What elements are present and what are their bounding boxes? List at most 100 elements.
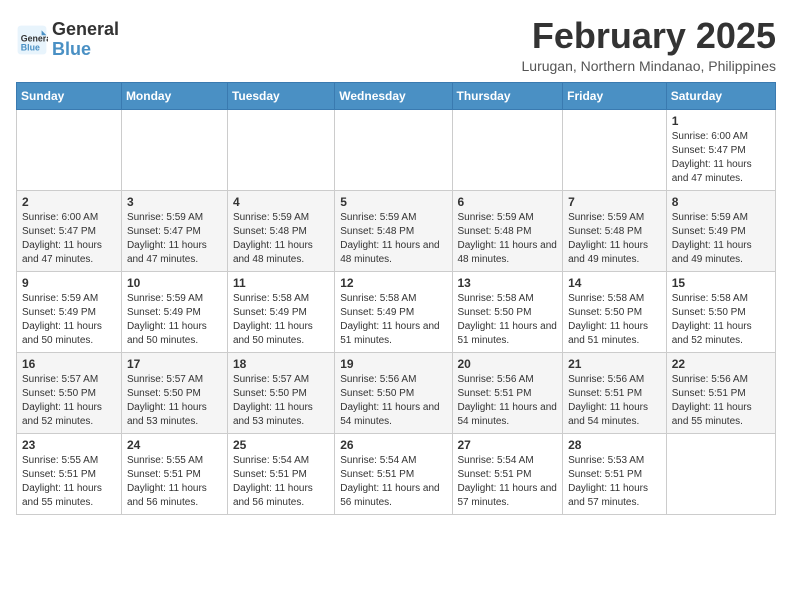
day-cell xyxy=(335,109,452,190)
weekday-header-thursday: Thursday xyxy=(452,82,563,109)
day-number: 25 xyxy=(233,438,329,452)
day-number: 4 xyxy=(233,195,329,209)
day-cell: 20 Sunrise: 5:56 AM Sunset: 5:51 PM Dayli… xyxy=(452,352,563,433)
day-cell xyxy=(17,109,122,190)
day-number: 24 xyxy=(127,438,222,452)
day-number: 10 xyxy=(127,276,222,290)
week-row-5: 23 Sunrise: 5:55 AM Sunset: 5:51 PM Dayli… xyxy=(17,433,776,514)
day-cell: 2 Sunrise: 6:00 AM Sunset: 5:47 PM Daylig… xyxy=(17,190,122,271)
day-cell: 24Sunrise: 5:55 AM Sunset: 5:51 PM Dayli… xyxy=(121,433,227,514)
day-number: 22 xyxy=(672,357,770,371)
day-number: 1 xyxy=(672,114,770,128)
day-cell: 4 Sunrise: 5:59 AM Sunset: 5:48 PM Daylig… xyxy=(227,190,334,271)
day-info: Sunrise: 5:56 AM Sunset: 5:51 PM Dayligh… xyxy=(458,373,558,429)
day-number: 9 xyxy=(22,276,116,290)
day-number: 28 xyxy=(568,438,661,452)
week-row-2: 2 Sunrise: 6:00 AM Sunset: 5:47 PM Daylig… xyxy=(17,190,776,271)
day-number: 5 xyxy=(340,195,446,209)
weekday-header-saturday: Saturday xyxy=(666,82,775,109)
day-info: Sunrise: 6:00 AM Sunset: 5:47 PM Dayligh… xyxy=(672,130,770,186)
day-info: Sunrise: 5:57 AM Sunset: 5:50 PM Dayligh… xyxy=(22,373,116,429)
day-cell: 3Sunrise: 5:59 AM Sunset: 5:47 PM Daylig… xyxy=(121,190,227,271)
day-info: Sunrise: 5:54 AM Sunset: 5:51 PM Dayligh… xyxy=(340,454,446,510)
day-number: 7 xyxy=(568,195,661,209)
day-info: Sunrise: 5:58 AM Sunset: 5:50 PM Dayligh… xyxy=(672,292,770,348)
day-cell xyxy=(121,109,227,190)
month-title: February 2025 xyxy=(522,16,777,56)
day-cell: 6Sunrise: 5:59 AM Sunset: 5:48 PM Daylig… xyxy=(452,190,563,271)
day-number: 26 xyxy=(340,438,446,452)
day-info: Sunrise: 5:59 AM Sunset: 5:49 PM Dayligh… xyxy=(22,292,116,348)
day-info: Sunrise: 5:57 AM Sunset: 5:50 PM Dayligh… xyxy=(127,373,222,429)
title-block: February 2025 Lurugan, Northern Mindanao… xyxy=(522,16,777,74)
day-number: 6 xyxy=(458,195,558,209)
day-info: Sunrise: 5:58 AM Sunset: 5:49 PM Dayligh… xyxy=(340,292,446,348)
day-cell: 15 Sunrise: 5:58 AM Sunset: 5:50 PM Dayli… xyxy=(666,271,775,352)
day-info: Sunrise: 5:56 AM Sunset: 5:51 PM Dayligh… xyxy=(672,373,770,429)
weekday-header-monday: Monday xyxy=(121,82,227,109)
day-cell: 13Sunrise: 5:58 AM Sunset: 5:50 PM Dayli… xyxy=(452,271,563,352)
day-info: Sunrise: 5:59 AM Sunset: 5:49 PM Dayligh… xyxy=(127,292,222,348)
day-info: Sunrise: 5:53 AM Sunset: 5:51 PM Dayligh… xyxy=(568,454,661,510)
day-info: Sunrise: 5:54 AM Sunset: 5:51 PM Dayligh… xyxy=(233,454,329,510)
day-info: Sunrise: 5:59 AM Sunset: 5:49 PM Dayligh… xyxy=(672,211,770,267)
day-info: Sunrise: 5:58 AM Sunset: 5:50 PM Dayligh… xyxy=(568,292,661,348)
day-number: 17 xyxy=(127,357,222,371)
day-cell: 14 Sunrise: 5:58 AM Sunset: 5:50 PM Dayli… xyxy=(563,271,667,352)
day-info: Sunrise: 5:55 AM Sunset: 5:51 PM Dayligh… xyxy=(22,454,116,510)
day-cell: 18 Sunrise: 5:57 AM Sunset: 5:50 PM Dayli… xyxy=(227,352,334,433)
day-info: Sunrise: 5:58 AM Sunset: 5:49 PM Dayligh… xyxy=(233,292,329,348)
day-cell: 21Sunrise: 5:56 AM Sunset: 5:51 PM Dayli… xyxy=(563,352,667,433)
week-row-3: 9 Sunrise: 5:59 AM Sunset: 5:49 PM Daylig… xyxy=(17,271,776,352)
day-info: Sunrise: 5:59 AM Sunset: 5:48 PM Dayligh… xyxy=(568,211,661,267)
day-number: 11 xyxy=(233,276,329,290)
day-number: 12 xyxy=(340,276,446,290)
day-number: 2 xyxy=(22,195,116,209)
weekday-header-tuesday: Tuesday xyxy=(227,82,334,109)
week-row-1: 1 Sunrise: 6:00 AM Sunset: 5:47 PM Daylig… xyxy=(17,109,776,190)
day-number: 14 xyxy=(568,276,661,290)
day-cell: 11 Sunrise: 5:58 AM Sunset: 5:49 PM Dayli… xyxy=(227,271,334,352)
day-number: 16 xyxy=(22,357,116,371)
weekday-header-wednesday: Wednesday xyxy=(335,82,452,109)
day-info: Sunrise: 5:59 AM Sunset: 5:48 PM Dayligh… xyxy=(233,211,329,267)
day-cell xyxy=(452,109,563,190)
day-cell xyxy=(666,433,775,514)
weekday-header-row: SundayMondayTuesdayWednesdayThursdayFrid… xyxy=(17,82,776,109)
day-cell: 17 Sunrise: 5:57 AM Sunset: 5:50 PM Dayli… xyxy=(121,352,227,433)
day-cell xyxy=(227,109,334,190)
day-number: 8 xyxy=(672,195,770,209)
page-header: General Blue GeneralBlue February 2025 L… xyxy=(16,16,776,74)
logo: General Blue GeneralBlue xyxy=(16,20,119,60)
day-cell: 8 Sunrise: 5:59 AM Sunset: 5:49 PM Daylig… xyxy=(666,190,775,271)
day-number: 18 xyxy=(233,357,329,371)
calendar-table: SundayMondayTuesdayWednesdayThursdayFrid… xyxy=(16,82,776,515)
day-cell: 12 Sunrise: 5:58 AM Sunset: 5:49 PM Dayli… xyxy=(335,271,452,352)
day-number: 20 xyxy=(458,357,558,371)
weekday-header-friday: Friday xyxy=(563,82,667,109)
day-cell: 27Sunrise: 5:54 AM Sunset: 5:51 PM Dayli… xyxy=(452,433,563,514)
day-cell xyxy=(563,109,667,190)
day-info: Sunrise: 5:56 AM Sunset: 5:50 PM Dayligh… xyxy=(340,373,446,429)
svg-text:Blue: Blue xyxy=(21,42,40,52)
week-row-4: 16 Sunrise: 5:57 AM Sunset: 5:50 PM Dayli… xyxy=(17,352,776,433)
day-info: Sunrise: 5:59 AM Sunset: 5:48 PM Dayligh… xyxy=(340,211,446,267)
logo-icon: General Blue xyxy=(16,24,48,56)
day-info: Sunrise: 5:56 AM Sunset: 5:51 PM Dayligh… xyxy=(568,373,661,429)
day-cell: 16 Sunrise: 5:57 AM Sunset: 5:50 PM Dayli… xyxy=(17,352,122,433)
day-number: 23 xyxy=(22,438,116,452)
day-cell: 22 Sunrise: 5:56 AM Sunset: 5:51 PM Dayli… xyxy=(666,352,775,433)
day-cell: 9 Sunrise: 5:59 AM Sunset: 5:49 PM Daylig… xyxy=(17,271,122,352)
day-info: Sunrise: 5:54 AM Sunset: 5:51 PM Dayligh… xyxy=(458,454,558,510)
location-subtitle: Lurugan, Northern Mindanao, Philippines xyxy=(522,58,777,74)
day-info: Sunrise: 6:00 AM Sunset: 5:47 PM Dayligh… xyxy=(22,211,116,267)
day-info: Sunrise: 5:57 AM Sunset: 5:50 PM Dayligh… xyxy=(233,373,329,429)
day-cell: 26 Sunrise: 5:54 AM Sunset: 5:51 PM Dayli… xyxy=(335,433,452,514)
day-cell: 25 Sunrise: 5:54 AM Sunset: 5:51 PM Dayli… xyxy=(227,433,334,514)
day-cell: 1 Sunrise: 6:00 AM Sunset: 5:47 PM Daylig… xyxy=(666,109,775,190)
weekday-header-sunday: Sunday xyxy=(17,82,122,109)
day-number: 15 xyxy=(672,276,770,290)
day-number: 3 xyxy=(127,195,222,209)
day-cell: 28 Sunrise: 5:53 AM Sunset: 5:51 PM Dayli… xyxy=(563,433,667,514)
day-info: Sunrise: 5:58 AM Sunset: 5:50 PM Dayligh… xyxy=(458,292,558,348)
